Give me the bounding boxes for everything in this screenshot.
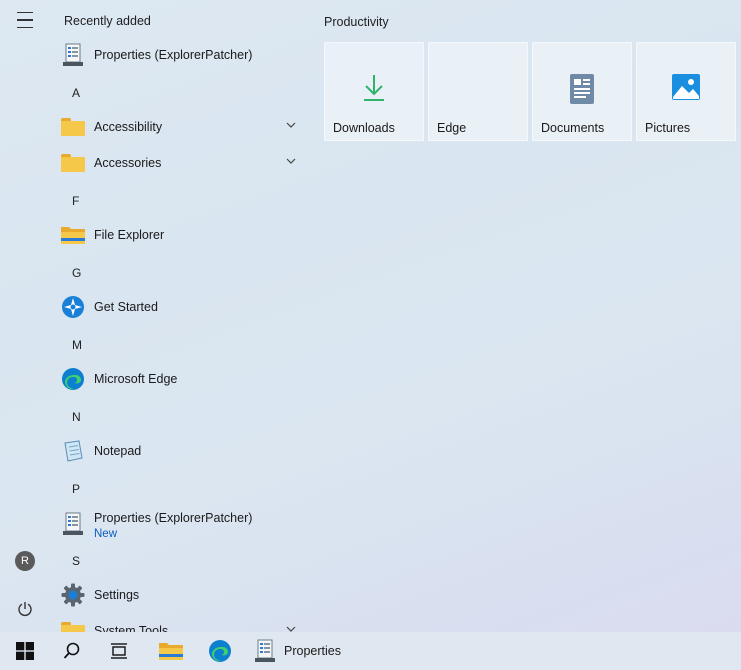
- app-label: Microsoft Edge: [94, 372, 178, 386]
- app-item-system-tools[interactable]: System Tools: [60, 614, 306, 632]
- letter-header-m[interactable]: M: [72, 338, 82, 352]
- letter-header-s[interactable]: S: [72, 554, 80, 568]
- download-arrow-icon: [364, 75, 384, 101]
- properties-icon: [60, 511, 86, 537]
- tile-label: Edge: [437, 121, 467, 135]
- app-label: Properties (ExplorerPatcher): [94, 510, 253, 525]
- user-account-button[interactable]: R: [8, 544, 42, 578]
- document-icon: [570, 74, 594, 104]
- power-button[interactable]: [8, 592, 42, 626]
- file-explorer-icon: [60, 222, 86, 248]
- app-item-properties[interactable]: Properties (ExplorerPatcher) New: [60, 504, 306, 544]
- tile-label: Documents: [541, 121, 605, 135]
- windows-logo-icon: [16, 642, 34, 660]
- folder-icon: [60, 150, 86, 176]
- app-label: Properties (ExplorerPatcher): [94, 48, 253, 62]
- letter-header-a[interactable]: A: [72, 86, 80, 100]
- chevron-down-icon: [286, 122, 296, 128]
- folder-icon: [60, 114, 86, 140]
- power-icon: [18, 602, 32, 617]
- app-label: File Explorer: [94, 228, 165, 242]
- task-view-button[interactable]: [102, 632, 136, 670]
- start-button[interactable]: [8, 632, 42, 670]
- app-item-file-explorer[interactable]: File Explorer: [60, 218, 306, 252]
- app-item-microsoft-edge[interactable]: Microsoft Edge: [60, 362, 306, 396]
- app-label: Settings: [94, 588, 140, 602]
- search-button[interactable]: [55, 632, 89, 670]
- search-icon: [63, 642, 80, 659]
- letter-header-p[interactable]: P: [72, 482, 80, 496]
- taskbar-edge[interactable]: [203, 632, 237, 670]
- app-label: Accessories: [94, 156, 162, 170]
- avatar: R: [15, 551, 35, 571]
- app-item-settings[interactable]: Settings: [60, 578, 306, 612]
- chevron-down-icon: [286, 626, 296, 632]
- tile-documents[interactable]: Documents: [532, 42, 632, 141]
- hamburger-icon: [17, 9, 33, 32]
- app-label: Accessibility: [94, 120, 163, 134]
- task-view-icon: [111, 643, 127, 659]
- tile-edge[interactable]: Edge: [428, 42, 528, 141]
- tile-downloads[interactable]: Downloads: [324, 42, 424, 141]
- settings-gear-icon: [60, 582, 86, 608]
- tile-label: Downloads: [333, 121, 395, 135]
- recently-added-heading: Recently added: [64, 14, 151, 28]
- app-label: System Tools: [94, 624, 169, 632]
- folder-icon: [60, 618, 86, 632]
- taskbar-file-explorer[interactable]: [154, 632, 188, 670]
- letter-header-n[interactable]: N: [72, 410, 81, 424]
- app-item-notepad[interactable]: Notepad: [60, 434, 306, 468]
- letter-header-f[interactable]: F: [72, 194, 79, 208]
- pictures-icon: [672, 74, 700, 100]
- edge-icon: [60, 366, 86, 392]
- tile-label: Pictures: [645, 121, 691, 135]
- letter-header-g[interactable]: G: [72, 266, 81, 280]
- edge-icon: [209, 640, 231, 662]
- all-apps-list[interactable]: Recently added Properties (ExplorerPatch…: [54, 0, 310, 632]
- app-item-accessibility[interactable]: Accessibility: [60, 110, 306, 144]
- app-item-accessories[interactable]: Accessories: [60, 146, 306, 180]
- chevron-down-icon: [286, 158, 296, 164]
- notepad-icon: [60, 438, 86, 464]
- taskbar-properties-label: Properties: [284, 644, 341, 658]
- app-item-properties-recent[interactable]: Properties (ExplorerPatcher): [60, 38, 306, 72]
- taskbar: Properties: [0, 632, 741, 670]
- taskbar-properties[interactable]: Properties: [254, 632, 354, 670]
- new-badge: New: [94, 527, 118, 540]
- get-started-icon: [60, 294, 86, 320]
- app-label: Get Started: [94, 300, 158, 314]
- productivity-heading: Productivity: [324, 15, 389, 29]
- tile-pictures[interactable]: Pictures: [636, 42, 736, 141]
- file-explorer-icon: [159, 643, 183, 660]
- start-rail: R: [0, 0, 50, 632]
- app-label: Notepad: [94, 444, 142, 458]
- properties-icon: [60, 42, 86, 68]
- hamburger-menu-button[interactable]: [8, 3, 42, 37]
- app-item-get-started[interactable]: Get Started: [60, 290, 306, 324]
- properties-icon: [255, 639, 275, 662]
